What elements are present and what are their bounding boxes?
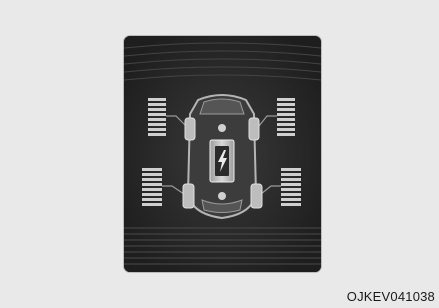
vehicle-diagram	[124, 36, 321, 272]
figure-code: OJKEV041038	[346, 289, 435, 304]
tire-pressure-display	[124, 36, 321, 272]
